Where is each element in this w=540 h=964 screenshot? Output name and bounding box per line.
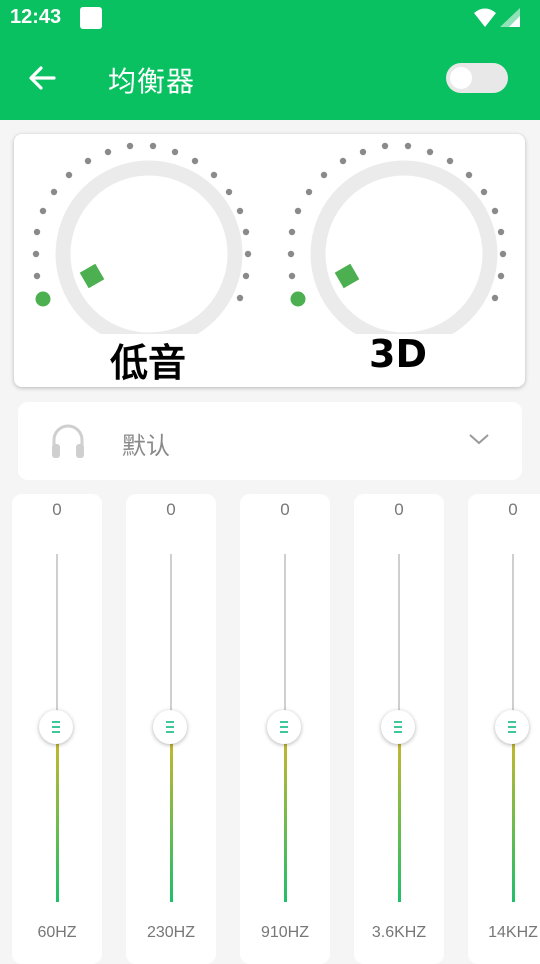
wifi-icon [474, 8, 496, 27]
toggle-knob [450, 67, 472, 89]
eq-band-frequency: 910HZ [260, 924, 310, 941]
eq-band-track-upper [56, 554, 58, 726]
eq-band-slider-thumb[interactable] [381, 710, 415, 744]
3d-dial[interactable] [269, 134, 525, 334]
signal-icon [500, 8, 520, 27]
eq-band-slider-thumb[interactable] [267, 710, 301, 744]
eq-band-value: 0 [394, 500, 404, 519]
eq-band-910hz: 0 910HZ [240, 494, 330, 964]
bass-dial-ring [55, 160, 243, 334]
chevron-down-icon [469, 434, 489, 445]
headphone-icon [52, 424, 84, 458]
eq-band-frequency: 230HZ [146, 924, 196, 941]
eq-band-track-lower [398, 726, 401, 902]
eq-band-track-lower [284, 726, 287, 902]
eq-band-frequency: 60HZ [37, 924, 77, 941]
eq-band-value: 0 [52, 500, 62, 519]
3d-dial-min-dot [290, 291, 306, 307]
eq-band-230hz: 0 230HZ [126, 494, 216, 964]
eq-band-track-upper [284, 554, 286, 726]
eq-band-track-upper [398, 554, 400, 726]
preset-selector[interactable]: 默认 [18, 402, 522, 480]
equalizer-toggle[interactable] [446, 63, 508, 93]
knob-card: 低音 3D [14, 134, 525, 387]
preset-label: 默认 [122, 432, 170, 460]
back-arrow-icon[interactable] [24, 60, 60, 96]
eq-band-value: 0 [508, 500, 518, 519]
eq-band-value: 0 [280, 500, 290, 519]
bass-dial-label: 低音 [109, 341, 186, 385]
eq-band-slider-thumb[interactable] [39, 710, 73, 744]
eq-band-14khz: 0 14KHZ [468, 494, 540, 964]
app-bar: 均衡器 [0, 36, 540, 120]
bass-dial-min-dot [35, 291, 51, 307]
eq-band-3600hz: 0 3.6KHZ [354, 494, 444, 964]
eq-band-60hz: 0 60HZ [12, 494, 102, 964]
eq-band-frequency: 14KHZ [488, 924, 538, 941]
page-title: 均衡器 [108, 65, 196, 98]
bass-dial-indicator [79, 263, 105, 289]
eq-band-slider-thumb[interactable] [153, 710, 187, 744]
3d-dial-label: 3D [369, 332, 427, 376]
eq-band-value: 0 [166, 500, 176, 519]
eq-band-frequency: 3.6KHZ [371, 924, 427, 941]
eq-band-track-lower [512, 726, 515, 902]
bass-dial[interactable] [14, 134, 270, 334]
status-bar: 12:43 [0, 0, 540, 36]
eq-band-track-lower [56, 726, 59, 902]
eq-band-slider-thumb[interactable] [495, 710, 529, 744]
eq-band-track-upper [512, 554, 514, 726]
eq-band-track-lower [170, 726, 173, 902]
notification-square-icon [80, 7, 102, 29]
3d-dial-ring [310, 160, 498, 334]
eq-band-track-upper [170, 554, 172, 726]
3d-dial-indicator [334, 263, 360, 289]
status-time: 12:43 [10, 6, 62, 28]
